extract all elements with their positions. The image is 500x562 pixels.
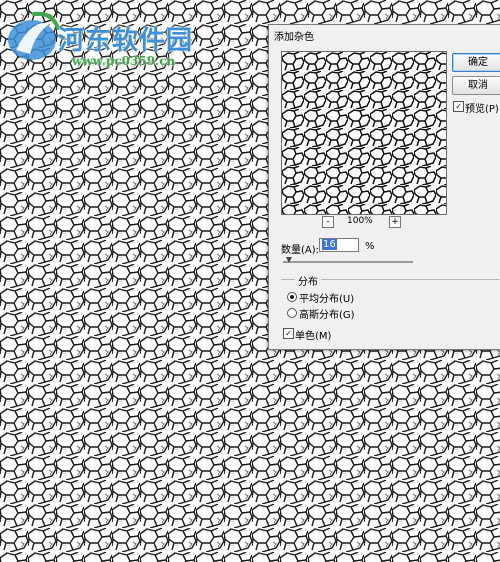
monochromatic-label: 单色(M) bbox=[295, 331, 332, 342]
amount-unit: % bbox=[365, 241, 375, 252]
zoom-controls: - 100% + bbox=[319, 216, 419, 230]
zoom-out-icon[interactable]: - bbox=[322, 216, 334, 228]
distribution-group: 分布 平均分布(U) 高斯分布(G) bbox=[281, 273, 499, 322]
add-noise-dialog: 添加杂色 - 100% + 确定 取消 ✓ 预览(P) 数量(A): 16 % … bbox=[268, 24, 500, 350]
cancel-button[interactable]: 取消 bbox=[452, 76, 500, 95]
monochromatic-checkbox[interactable]: ✓ bbox=[283, 328, 294, 339]
preview-checkbox[interactable]: ✓ bbox=[453, 101, 464, 112]
dialog-title: 添加杂色 bbox=[274, 32, 314, 43]
zoom-in-icon[interactable]: + bbox=[389, 216, 401, 228]
uniform-radio[interactable] bbox=[287, 292, 297, 302]
watermark-logo: 河东软件园 www.pc0359.cn bbox=[4, 10, 244, 70]
amount-input[interactable]: 16 bbox=[319, 238, 359, 252]
gaussian-radio-label: 高斯分布(G) bbox=[299, 310, 355, 321]
amount-label: 数量(A): bbox=[281, 245, 320, 256]
check-icon: ✓ bbox=[455, 102, 462, 111]
amount-slider-thumb[interactable] bbox=[286, 257, 292, 263]
hedong-logo-icon bbox=[8, 11, 60, 60]
filter-preview[interactable] bbox=[281, 51, 447, 215]
amount-slider-track[interactable] bbox=[283, 261, 413, 263]
check-icon: ✓ bbox=[285, 329, 292, 338]
watermark-title: 河东软件园 bbox=[58, 26, 194, 56]
zoom-level: 100% bbox=[347, 216, 373, 226]
ok-button[interactable]: 确定 bbox=[452, 53, 500, 72]
preview-checkbox-label: 预览(P) bbox=[465, 104, 499, 115]
distribution-title: 分布 bbox=[295, 273, 321, 288]
watermark-url: www.pc0359.cn bbox=[72, 54, 176, 68]
uniform-radio-label: 平均分布(U) bbox=[299, 294, 355, 305]
gaussian-radio[interactable] bbox=[287, 308, 297, 318]
amount-value: 16 bbox=[322, 239, 337, 250]
